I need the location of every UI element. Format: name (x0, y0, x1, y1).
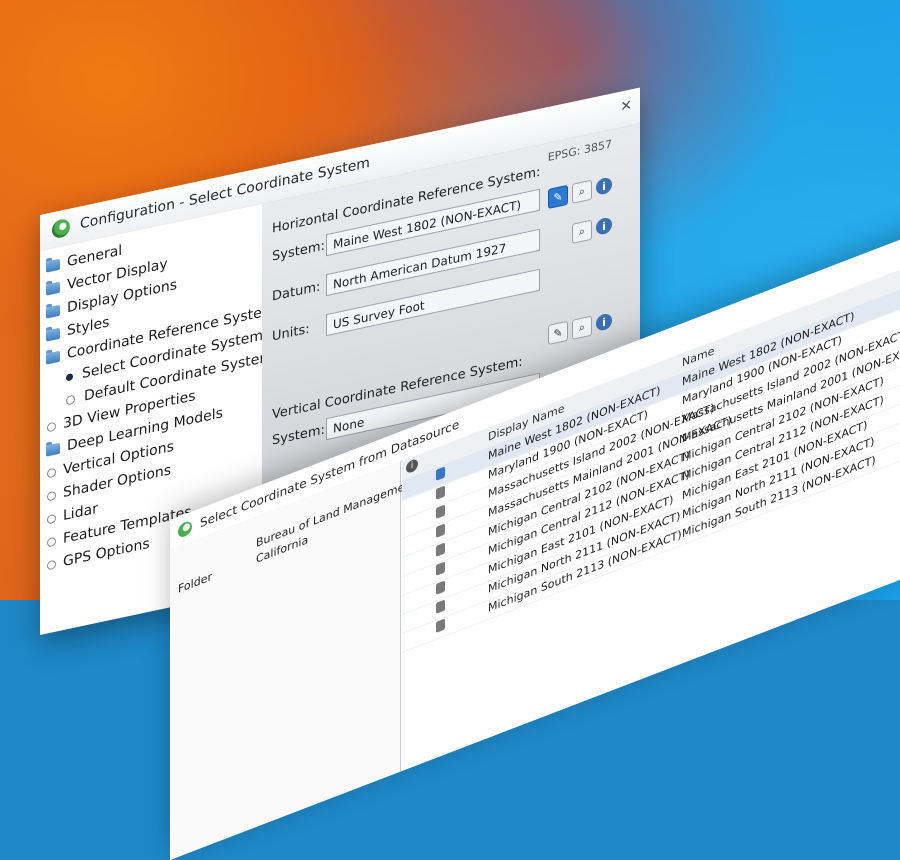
lock-icon (436, 580, 445, 595)
folder-icon (46, 442, 60, 457)
lock-icon (436, 618, 445, 633)
edit-vertical-button[interactable]: ✎ (548, 320, 568, 346)
vertical-info-icon[interactable]: i (596, 312, 612, 332)
lock-icon (436, 542, 445, 557)
folder-icon (46, 350, 60, 365)
bullet-icon (47, 490, 56, 502)
lock-icon (436, 561, 445, 576)
folder-label: Folder (178, 569, 212, 596)
close-icon[interactable]: ✕ (620, 97, 632, 115)
pencil-icon: ✎ (553, 325, 563, 341)
lock-icon (436, 485, 445, 500)
epsg-code: EPSG: 3857 (547, 137, 612, 165)
search-system-button[interactable]: ⌕ (572, 179, 592, 204)
lock-icon (436, 599, 445, 614)
search-datum-button[interactable]: ⌕ (572, 219, 592, 244)
datum-label: Datum: (272, 279, 321, 305)
lock-icon (436, 466, 445, 481)
search-icon: ⌕ (578, 184, 586, 199)
edit-system-button[interactable]: ✎ (548, 184, 568, 210)
info-icon: i (406, 457, 418, 475)
folder-icon (46, 327, 60, 342)
lock-icon (436, 523, 445, 538)
selected-dot-icon (66, 372, 73, 381)
search-vertical-button[interactable]: ⌕ (572, 315, 592, 340)
bullet-icon (47, 536, 56, 548)
search-icon: ⌕ (578, 224, 586, 239)
system-label: System: (272, 238, 325, 265)
lock-icon (436, 504, 445, 519)
system-info-icon[interactable]: i (596, 176, 612, 196)
search-icon: ⌕ (578, 320, 586, 335)
vertical-system-label: System: (272, 422, 325, 449)
units-label: Units: (272, 321, 310, 345)
app-logo-icon (52, 217, 70, 240)
bullet-icon (47, 467, 56, 479)
pencil-icon: ✎ (553, 189, 563, 205)
bullet-icon (66, 394, 75, 405)
bullet-icon (47, 421, 56, 433)
folder-icon (46, 281, 60, 296)
app-logo-icon (178, 519, 192, 539)
bullet-icon (47, 559, 56, 571)
folder-icon (46, 304, 60, 319)
folder-icon (46, 258, 60, 273)
datum-info-icon[interactable]: i (596, 216, 612, 236)
bullet-icon (47, 513, 56, 525)
